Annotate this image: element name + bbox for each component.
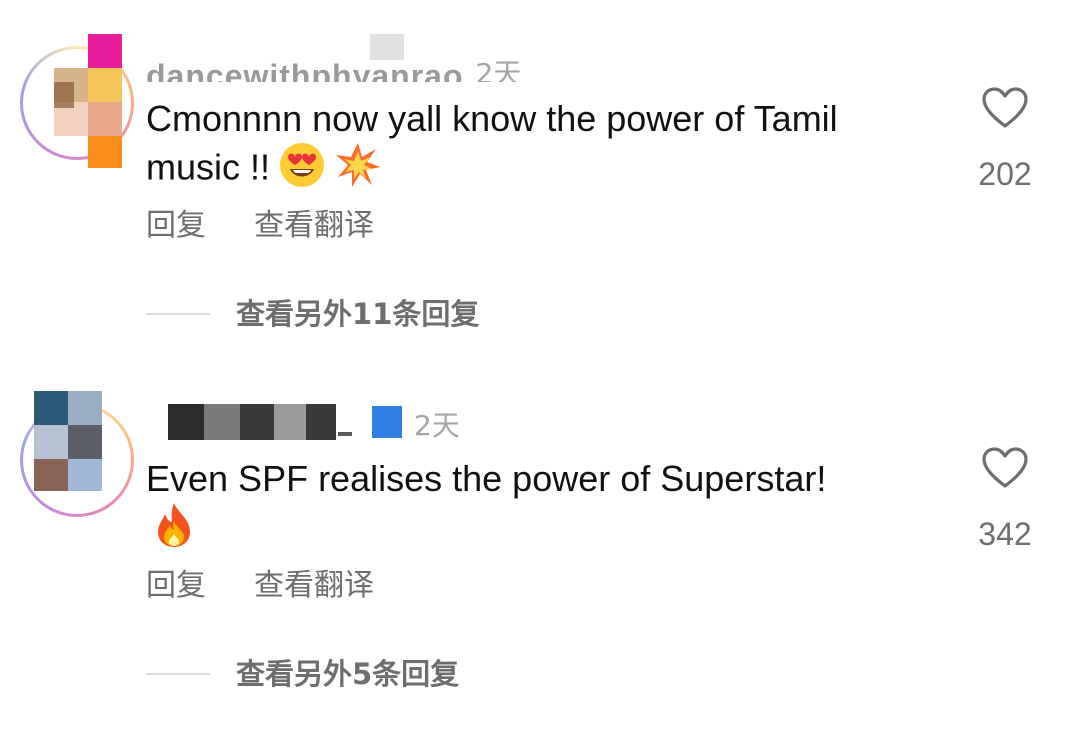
like-control: 202 (960, 86, 1050, 193)
view-replies-label: 查看另外11条回复 (236, 297, 480, 331)
redaction-block (370, 34, 404, 60)
pixelated-avatar-image (34, 34, 124, 168)
heart-icon[interactable] (981, 86, 1029, 130)
username-row: dancewithphyanrao 2天 (146, 42, 521, 82)
comment-item: dancewithphyanrao 2天 Cmonnnn now yall kn… (0, 0, 1080, 370)
reply-button[interactable]: 回复 (146, 566, 206, 606)
view-more-replies-button[interactable]: 查看另外5条回复 (146, 654, 459, 694)
like-count: 342 (978, 516, 1032, 552)
view-more-replies-button[interactable]: 查看另外11条回复 (146, 294, 479, 334)
username[interactable]: dancewithphyanrao (146, 56, 464, 82)
comment-text: Cmonnnn now yall know the power of Tamil… (146, 97, 936, 199)
see-translation-button[interactable]: 查看翻译 (254, 206, 374, 246)
see-translation-button[interactable]: 查看翻译 (254, 566, 374, 606)
comment-actions: 回复 查看翻译 (146, 206, 374, 246)
pixelated-avatar-image (34, 391, 124, 525)
reply-button[interactable]: 回复 (146, 206, 206, 246)
timestamp: 2天 (414, 409, 460, 442)
like-count: 202 (978, 156, 1032, 192)
comment-item: 2天 Even SPF realises the power of Supers… (0, 370, 1080, 748)
comment-body: Even SPF realises the power of Superstar… (146, 458, 827, 499)
divider-line (146, 673, 210, 675)
divider-line (146, 313, 210, 315)
timestamp: 2天 (475, 57, 522, 82)
heart-eyes-emoji (278, 141, 326, 199)
comment-body: Cmonnnn now yall know the power of Tamil… (146, 98, 848, 188)
comment-actions: 回复 查看翻译 (146, 566, 374, 606)
like-control: 342 (960, 446, 1050, 553)
avatar[interactable] (20, 391, 132, 515)
view-replies-label: 查看另外5条回复 (236, 657, 460, 691)
fire-emoji (152, 501, 196, 559)
avatar[interactable] (20, 34, 132, 168)
comment-text: Even SPF realises the power of Superstar… (146, 457, 936, 559)
collision-emoji (334, 141, 382, 199)
heart-icon[interactable] (981, 446, 1029, 490)
